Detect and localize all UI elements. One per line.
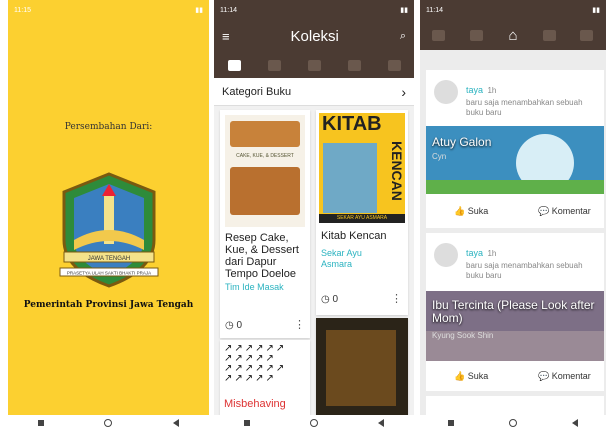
search-icon[interactable]: ⌕ xyxy=(400,30,406,43)
book-cover: CAKE, KUE, & DESSERT xyxy=(225,115,305,227)
dessert-image xyxy=(230,167,300,215)
recents-icon[interactable] xyxy=(244,419,250,426)
book-author: Sekar Ayu Asmara xyxy=(321,248,362,269)
like-button[interactable]: 👍 Suka xyxy=(454,206,488,217)
page-title: Koleksi xyxy=(290,27,339,45)
book-card[interactable]: KITAB KENCAN SEKAR AYU ASMARA Kitab Kenc… xyxy=(316,110,408,315)
tab-icons xyxy=(214,52,414,78)
user-name[interactable]: taya xyxy=(466,248,483,258)
cake-image xyxy=(230,121,300,147)
feed-card: taya 1h baru saja menambahkan sebuah buk… xyxy=(426,70,604,228)
activity-text: baru saja menambahkan sebuah buku baru xyxy=(466,261,583,280)
book-banner[interactable]: Atuy Galon Cyn xyxy=(426,126,604,194)
feed-screen: 11:14 ▮▮ ⌂ taya 1h baru saja menambahkan … xyxy=(420,0,606,415)
book-card[interactable]: CAKE, KUE, & DESSERT Resep Cake, Kue, & … xyxy=(220,110,310,338)
tab-library-icon[interactable] xyxy=(347,59,361,71)
book-title: Atuy Galon xyxy=(432,135,492,149)
book-card[interactable] xyxy=(316,318,408,415)
post-time: 1h xyxy=(487,249,497,258)
caption-top: Persembahan Dari: xyxy=(64,122,153,132)
book-cover: KITAB KENCAN SEKAR AYU ASMARA xyxy=(319,113,405,223)
android-nav-bar xyxy=(420,415,606,430)
home-nav-icon[interactable] xyxy=(310,418,318,427)
tab-store-icon[interactable] xyxy=(267,59,281,71)
status-icons: ▮▮ xyxy=(400,7,408,14)
tab-store-icon[interactable] xyxy=(470,29,484,41)
home-nav-icon[interactable] xyxy=(508,418,517,427)
post-time: 1h xyxy=(487,86,497,95)
home-nav-icon[interactable] xyxy=(104,418,113,427)
tab-profile-icon[interactable] xyxy=(387,59,401,71)
crest-band: JAWA TENGAH xyxy=(88,256,130,262)
comment-button[interactable]: 💬 Komentar xyxy=(538,206,591,217)
book-title: Kitab Kencan xyxy=(321,230,387,242)
menu-icon[interactable]: ≡ xyxy=(222,29,230,44)
more-icon[interactable]: ⋮ xyxy=(391,292,402,305)
user-avatar[interactable] xyxy=(434,80,458,104)
post-header: taya 1h baru saja menambahkan sebuah buk… xyxy=(466,80,596,118)
book-cover xyxy=(326,330,396,406)
cover-title: Misbehaving xyxy=(224,398,286,410)
cover-photo xyxy=(323,143,377,213)
category-label: Kategori Buku xyxy=(222,85,292,98)
post-header: taya 1h baru saja menambahkan sebuah buk… xyxy=(466,243,596,281)
review-count: ◷ 0 xyxy=(225,320,243,331)
caption-bottom: Pemerintah Provinsi Jawa Tengah xyxy=(23,300,194,310)
status-bar: 11:14 ▮▮ xyxy=(420,0,606,20)
review-count: ◷ 0 xyxy=(321,294,339,305)
book-title: Ibu Tercinta (Please Look after Mom) xyxy=(432,298,595,325)
back-icon[interactable] xyxy=(572,418,579,427)
back-icon[interactable] xyxy=(378,418,384,427)
category-bar[interactable]: Kategori Buku › xyxy=(214,78,414,106)
cover-title: CAKE, KUE, & DESSERT xyxy=(236,153,294,159)
book-title: Resep Cake, Kue, & Dessert dari Dapur Te… xyxy=(225,232,299,280)
cover-author: SEKAR AYU ASMARA xyxy=(319,214,405,223)
android-nav-bar xyxy=(8,415,209,430)
home-icon[interactable]: ⌂ xyxy=(508,27,517,44)
book-author: Tim Ide Masak xyxy=(225,282,284,292)
grass xyxy=(426,180,604,194)
crest-motto: PRASETYA ULAH SAKTI BHAKTI PRAJA xyxy=(67,271,151,276)
status-icons: ▮▮ xyxy=(592,7,600,14)
tab-home-icon[interactable] xyxy=(307,59,321,71)
activity-text: baru saja menambahkan sebuah buku baru xyxy=(466,98,583,117)
user-name[interactable]: taya xyxy=(466,85,483,95)
status-time: 11:14 xyxy=(220,6,237,14)
book-card[interactable]: ↗↗↗↗↗↗ ↗↗↗↗↗ ↗↗↗↗↗↗ ↗↗↗↗↗ Misbehaving xyxy=(220,340,310,415)
collection-screen: 11:14 ▮▮ ≡ Koleksi ⌕ Kategori Buku › CAKE,… xyxy=(214,0,414,415)
like-button[interactable]: 👍 Suka xyxy=(454,371,488,382)
status-time: 11:14 xyxy=(426,6,443,14)
book-banner[interactable]: Ibu Tercinta (Please Look after Mom) Kyu… xyxy=(426,291,604,361)
chevron-right-icon: › xyxy=(401,83,406,100)
status-time: 11:15 xyxy=(14,6,31,14)
more-icon[interactable]: ⋮ xyxy=(294,318,305,331)
user-avatar[interactable] xyxy=(434,243,458,267)
app-bar: ≡ Koleksi ⌕ xyxy=(214,20,414,52)
splash-screen: 11:15 ▮▮ Persembahan Dari: JAWA TENGAH PR… xyxy=(8,0,209,415)
status-bar: 11:14 ▮▮ xyxy=(214,0,414,20)
android-nav-bar xyxy=(214,415,414,430)
province-crest-logo: JAWA TENGAH PRASETYA ULAH SAKTI BHAKTI P… xyxy=(59,172,159,288)
recents-icon[interactable] xyxy=(38,419,45,426)
comment-button[interactable]: 💬 Komentar xyxy=(538,371,591,382)
book-author: Cyn xyxy=(432,152,447,161)
tab-profile-icon[interactable] xyxy=(580,29,594,41)
cover-title: KITAB xyxy=(322,113,382,135)
book-author: Kyung Sook Shin xyxy=(432,331,494,340)
tab-library-icon[interactable] xyxy=(542,29,556,41)
status-bar: 11:15 ▮▮ xyxy=(8,0,209,20)
tab-collection-icon[interactable] xyxy=(227,59,241,71)
birds-pattern: ↗↗↗↗↗↗ ↗↗↗↗↗ ↗↗↗↗↗↗ ↗↗↗↗↗ xyxy=(224,343,287,384)
tab-collection-icon[interactable] xyxy=(432,29,446,41)
status-icons: ▮▮ xyxy=(195,7,203,14)
cover-side-title: KENCAN xyxy=(389,141,405,201)
tab-icons: ⌂ xyxy=(420,20,606,50)
back-icon[interactable] xyxy=(172,418,179,427)
feed-card xyxy=(426,396,604,415)
recents-icon[interactable] xyxy=(447,419,454,426)
feed-card: taya 1h baru saja menambahkan sebuah buk… xyxy=(426,233,604,391)
